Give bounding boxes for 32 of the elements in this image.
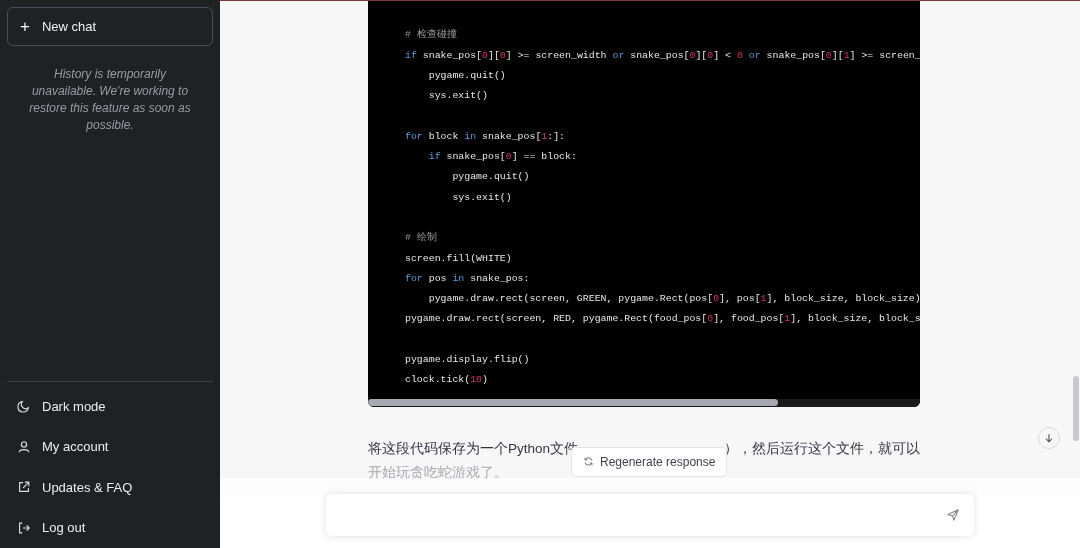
code-line: sys.exit() [427, 89, 488, 104]
external-link-icon [17, 480, 31, 495]
code-line: clock.tick(10) [405, 373, 488, 388]
code-line: pygame.quit() [451, 170, 530, 185]
scroll-down-button[interactable] [1038, 427, 1060, 449]
logout-icon [17, 520, 31, 535]
refresh-icon [583, 456, 594, 468]
sidebar-menu-item[interactable]: My account [7, 426, 213, 467]
code-line: pygame.draw.rect(screen, RED, pygame.Rect(food_pos[0], food_pos[1], block_size, block_s [405, 312, 920, 327]
history-notice: History is temporarily unavailable. We're working to restore this feature as soon as possible. [28, 66, 192, 134]
code-line: if snake_pos[0] == block: [427, 150, 577, 165]
code-line: screen.fill(WHITE) [405, 251, 512, 266]
sidebar-menu-item[interactable]: Log out [7, 507, 213, 548]
code-line: pygame.draw.rect(screen, GREEN, pygame.Rect(pos[0], pos[1], block_size, block_size) [427, 292, 920, 307]
code-line: pygame.display.flip() [405, 353, 530, 368]
scrollbar-thumb[interactable] [368, 398, 778, 406]
arrow-down-icon [1043, 432, 1055, 444]
code-line: pygame.quit() [427, 68, 506, 83]
code-line: # 检查碰撞 [405, 27, 457, 43]
code-line: # 绘制 [405, 231, 437, 246]
sidebar-menu-item[interactable]: Dark mode [7, 386, 213, 427]
user-icon [17, 439, 31, 454]
moon-icon [17, 399, 31, 414]
sidebar-menu-item[interactable]: Updates & FAQ [7, 467, 213, 508]
code-line: for pos in snake_pos: [405, 271, 530, 286]
send-icon[interactable] [946, 508, 960, 522]
code-line: sys.exit() [451, 190, 512, 205]
code-line: for block in snake_pos[1:]: [405, 129, 566, 144]
answer-text: 开始玩贪吃蛇游戏了。 [368, 464, 508, 480]
new-chat-button[interactable]: + New chat [7, 7, 213, 46]
code-line: if snake_pos[0][0] >= screen_width or snake_pos[0][0] < 0 or snake_pos[0][1] >= screen_ [405, 48, 920, 63]
scrollbar-thumb[interactable] [1073, 376, 1079, 441]
